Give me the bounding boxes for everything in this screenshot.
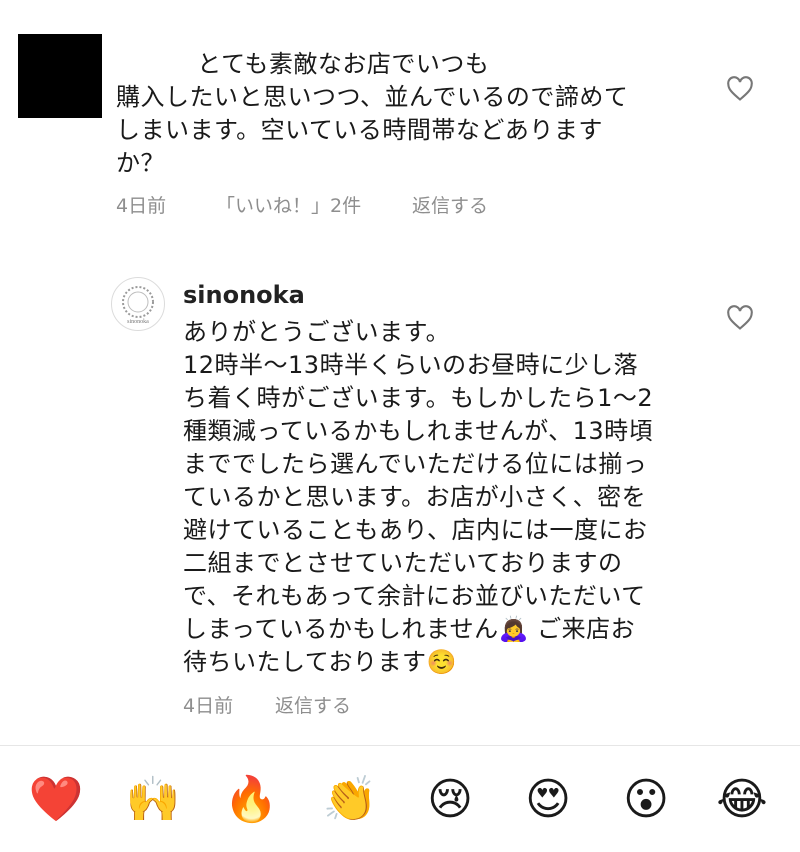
fire-emoji-icon[interactable]: 🔥 (223, 772, 279, 828)
comment-time: 4日前 (183, 695, 234, 717)
heart-outline-icon[interactable] (726, 76, 754, 102)
comment-text: とても素敵なお店でいつも 購入したいと思いつつ、並んでいるので諦めて しまいます。空… (116, 50, 629, 177)
reply-button[interactable]: 返信する (412, 191, 488, 218)
emoji-bar: ❤️ 🙌 🔥 👏 😢 😍 😮 😂 (0, 772, 800, 832)
avatar[interactable]: sinonoka (111, 277, 165, 331)
reply-button[interactable]: 返信する (275, 691, 351, 718)
divider (0, 745, 800, 746)
clapping-emoji-icon[interactable]: 👏 (322, 772, 378, 828)
heart-outline-icon[interactable] (726, 305, 754, 331)
reply-text: ありがとうございます。 12時半〜13時半くらいのお昼時に少し落 ち着く時がございま… (183, 318, 654, 676)
shop-logo: sinonoka (122, 286, 154, 325)
surprised-emoji-icon[interactable]: 😮 (618, 772, 674, 828)
svg-text:sinonoka: sinonoka (127, 319, 149, 325)
heart-eyes-emoji-icon[interactable]: 😍 (520, 772, 576, 828)
redacted-avatar[interactable] (18, 34, 102, 118)
crying-emoji-icon[interactable]: 😢 (422, 772, 478, 828)
laughing-emoji-icon[interactable]: 😂 (714, 772, 770, 828)
heart-emoji-icon[interactable]: ❤️ (28, 772, 84, 828)
likes-count-link[interactable]: 「いいね！」2件 (216, 191, 361, 218)
comment-time: 4日前 (116, 195, 167, 217)
raising-hands-emoji-icon[interactable]: 🙌 (125, 772, 181, 828)
username[interactable]: sinonoka (183, 281, 305, 309)
